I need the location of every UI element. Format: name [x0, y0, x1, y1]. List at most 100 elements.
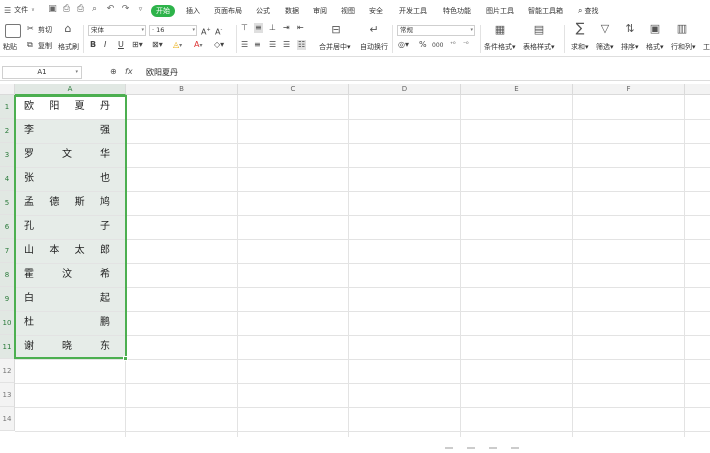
column-header-a[interactable]: A — [15, 84, 126, 95]
fill-color-icon[interactable]: ◬▾ — [173, 40, 182, 51]
copy-button[interactable]: 复制 — [38, 41, 52, 51]
distributed-align-icon[interactable]: ☷ — [297, 40, 307, 50]
borders-icon[interactable]: ⊞▾ — [132, 40, 143, 50]
underline-button[interactable]: U — [118, 40, 124, 50]
row-header-9[interactable]: 9 — [0, 287, 15, 311]
export-pdf-icon[interactable]: ⎙ — [61, 4, 72, 15]
format-icon[interactable]: ▣ — [648, 23, 662, 35]
cut-button[interactable]: 剪切 — [38, 25, 52, 35]
row-column-button[interactable]: 行和列▾ — [671, 42, 696, 52]
align-top-icon[interactable]: ⊤ — [241, 23, 248, 33]
zoom-icon[interactable]: ⊕ — [110, 67, 117, 76]
row-header-7[interactable]: 7 — [0, 239, 15, 263]
row-header-11[interactable]: 11 — [0, 335, 15, 359]
column-header-c[interactable]: C — [238, 84, 349, 95]
tab-insert[interactable]: 插入 — [186, 6, 200, 16]
bold-button[interactable]: B — [90, 40, 96, 50]
align-bottom-icon[interactable]: ⊥ — [269, 23, 276, 33]
search-button[interactable]: ⌕ 查找 — [578, 6, 598, 16]
italic-button[interactable]: I — [104, 40, 106, 50]
tab-security[interactable]: 安全 — [369, 6, 383, 16]
paste-button[interactable]: 粘贴 — [3, 42, 17, 52]
decrease-decimal-icon[interactable]: ⁻⁰ — [463, 40, 469, 50]
font-name-select[interactable]: 宋体 ▾ — [88, 25, 146, 36]
row-header-4[interactable]: 4 — [0, 167, 15, 191]
column-header-b[interactable]: B — [126, 84, 238, 95]
conditional-format-button[interactable]: 条件格式▾ — [484, 42, 516, 52]
align-center-icon[interactable]: ≡ — [254, 40, 261, 50]
merge-center-icon[interactable]: ⊟ — [329, 24, 343, 36]
currency-icon[interactable]: ◎▾ — [398, 40, 409, 50]
paste-icon[interactable] — [5, 24, 21, 38]
justify-icon[interactable]: ☰ — [283, 40, 290, 50]
format-painter-icon[interactable]: ⌂ — [62, 23, 74, 35]
merge-center-button[interactable]: 合并居中▾ — [319, 42, 351, 52]
format-painter-button[interactable]: 格式刷 — [58, 42, 79, 52]
sort-icon[interactable]: ⇅ — [623, 23, 637, 35]
customize-toolbar-icon[interactable]: ▿ — [135, 4, 146, 15]
align-left-icon[interactable]: ☰ — [241, 40, 248, 50]
increase-font-icon[interactable]: A+ — [201, 25, 211, 38]
indent-icon[interactable]: ⇥ — [283, 23, 290, 33]
font-color-icon[interactable]: A▾ — [194, 40, 203, 51]
print-icon[interactable]: ⎙ — [75, 4, 86, 15]
row-column-icon[interactable]: ▥ — [675, 23, 689, 35]
row-header-8[interactable]: 8 — [0, 263, 15, 287]
tab-formulas[interactable]: 公式 — [256, 6, 270, 16]
save-icon[interactable]: ▣ — [47, 4, 58, 15]
print-preview-icon[interactable]: ⌕ — [89, 4, 100, 15]
tab-developer[interactable]: 开发工具 — [399, 6, 427, 16]
formula-input[interactable]: 欧阳夏丹 — [146, 67, 178, 78]
font-size-select[interactable]: · 16 ▾ — [149, 25, 197, 36]
decrease-font-icon[interactable]: A- — [215, 25, 222, 38]
number-format-select[interactable]: 常规 ▾ — [397, 25, 475, 36]
filter-button[interactable]: 筛选▾ — [596, 42, 614, 52]
align-right-icon[interactable]: ☰ — [269, 40, 276, 50]
tab-review[interactable]: 审阅 — [313, 6, 327, 16]
row-header-6[interactable]: 6 — [0, 215, 15, 239]
tab-special-features[interactable]: 特色功能 — [443, 6, 471, 16]
table-style-icon[interactable]: ▤ — [532, 24, 546, 36]
sort-button[interactable]: 排序▾ — [621, 42, 639, 52]
row-header-13[interactable]: 13 — [0, 383, 15, 407]
column-header-g[interactable] — [685, 84, 710, 95]
file-menu[interactable]: ☰ 文件 ∨ — [4, 5, 35, 15]
function-button[interactable]: fx — [125, 67, 133, 76]
outdent-icon[interactable]: ⇤ — [297, 23, 304, 33]
tab-home[interactable]: 开始 — [151, 5, 175, 17]
worksheet-button[interactable]: 工 — [703, 42, 710, 52]
tab-picture-tools[interactable]: 图片工具 — [486, 6, 514, 16]
tab-data[interactable]: 数据 — [285, 6, 299, 16]
clear-format-icon[interactable]: ◇▾ — [214, 40, 224, 50]
thousands-button[interactable]: 000 — [432, 41, 443, 51]
filter-icon[interactable]: ▽ — [598, 23, 612, 35]
redo-icon[interactable]: ↷ — [120, 4, 131, 15]
wrap-text-button[interactable]: 自动换行 — [360, 42, 388, 52]
row-header-14[interactable]: 14 — [0, 407, 15, 431]
row-header-5[interactable]: 5 — [0, 191, 15, 215]
fill-handle[interactable] — [123, 356, 128, 361]
tab-view[interactable]: 视图 — [341, 6, 355, 16]
row-header-12[interactable]: 12 — [0, 359, 15, 383]
format-button[interactable]: 格式▾ — [646, 42, 664, 52]
tab-page-layout[interactable]: 页面布局 — [214, 6, 242, 16]
select-all-corner[interactable] — [0, 84, 15, 95]
column-header-e[interactable]: E — [461, 84, 573, 95]
column-header-f[interactable]: F — [573, 84, 685, 95]
fill-pattern-icon[interactable]: ⊠▾ — [152, 40, 163, 50]
increase-decimal-icon[interactable]: ⁺⁰ — [450, 40, 456, 50]
row-header-10[interactable]: 10 — [0, 311, 15, 335]
column-header-d[interactable]: D — [349, 84, 461, 95]
row-header-3[interactable]: 3 — [0, 143, 15, 167]
conditional-format-icon[interactable]: ▦ — [493, 24, 507, 36]
wrap-text-icon[interactable]: ↵ — [367, 24, 381, 36]
row-header-1[interactable]: 1 — [0, 95, 15, 119]
table-style-button[interactable]: 表格样式▾ — [523, 42, 555, 52]
tab-smart-toolbox[interactable]: 智能工具箱 — [528, 6, 563, 16]
percent-button[interactable]: % — [419, 40, 427, 50]
undo-icon[interactable]: ↶ — [105, 4, 116, 15]
sum-icon[interactable]: ∑ — [573, 22, 587, 35]
align-middle-icon[interactable]: ≡ — [254, 23, 263, 33]
sum-button[interactable]: 求和▾ — [571, 42, 589, 52]
row-header-2[interactable]: 2 — [0, 119, 15, 143]
